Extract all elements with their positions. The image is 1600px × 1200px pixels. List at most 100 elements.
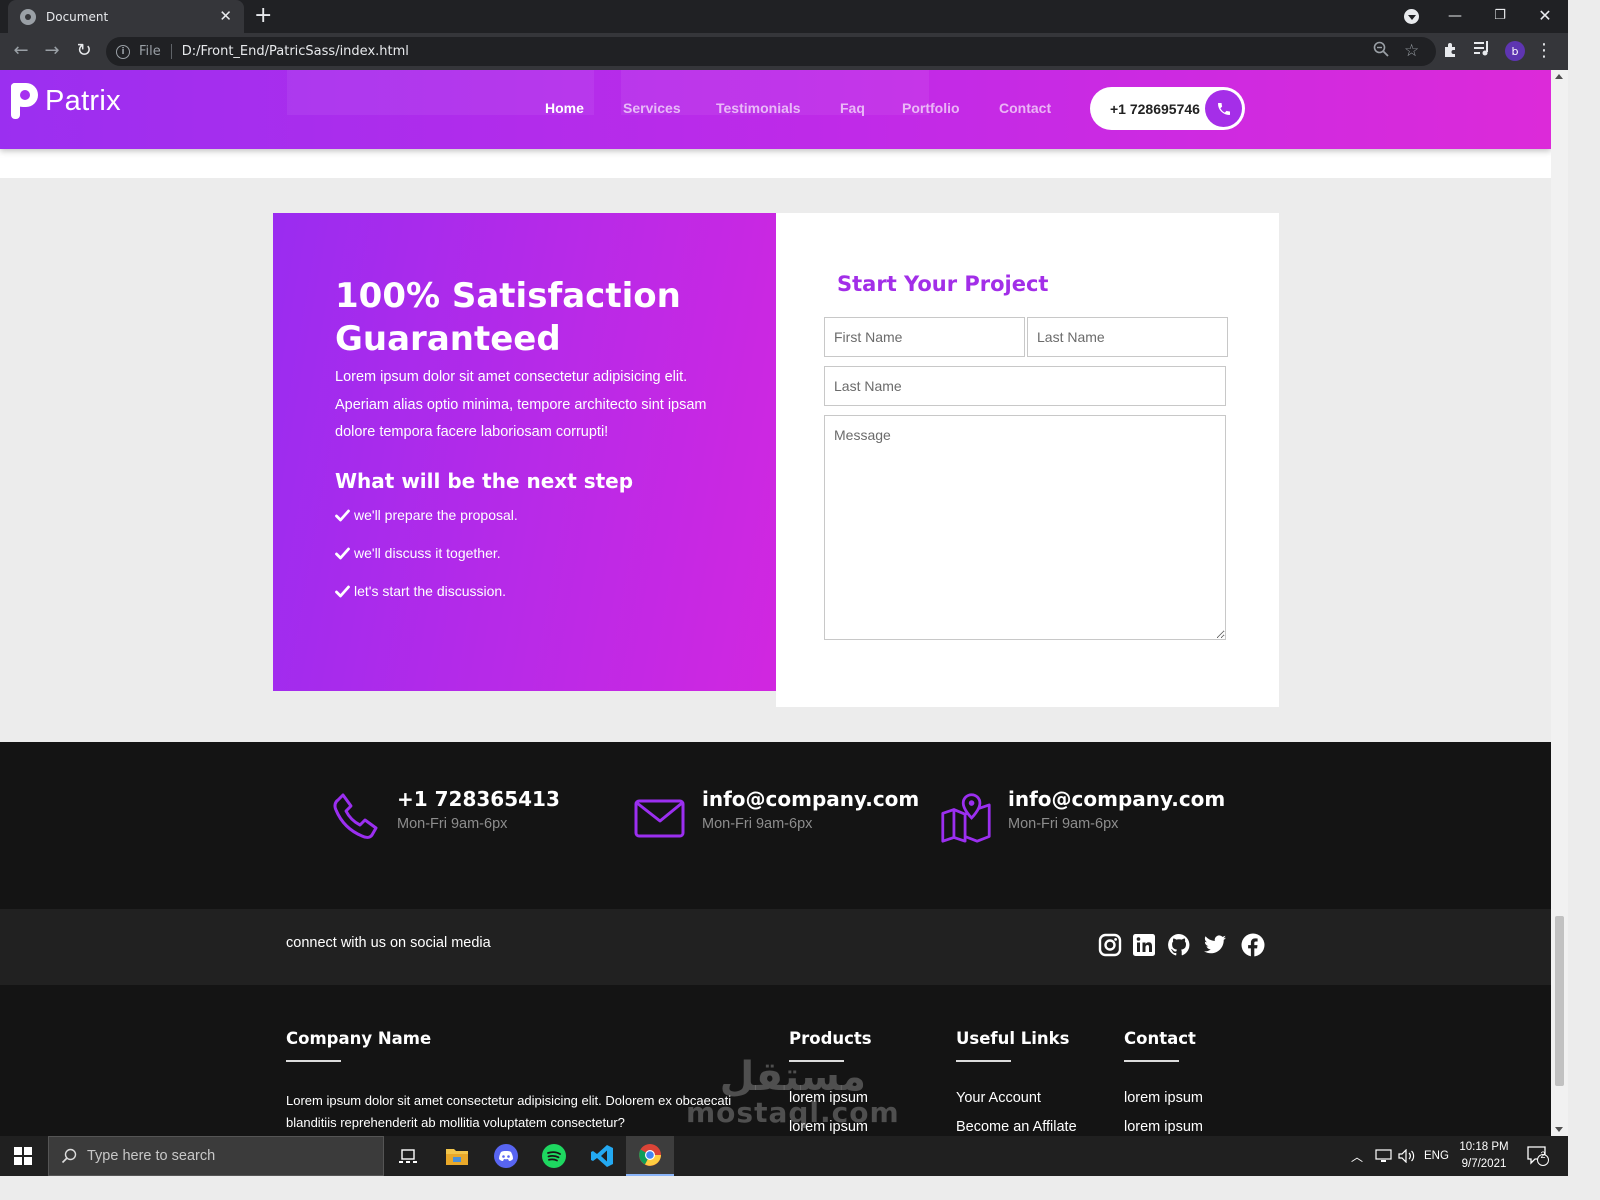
minimize-button[interactable]: — — [1440, 4, 1470, 28]
footer-company-title: Company Name — [286, 1029, 432, 1048]
tab-search-icon[interactable] — [1404, 9, 1419, 24]
step-item: let's start the discussion. — [335, 583, 776, 621]
scroll-up-icon[interactable] — [1555, 74, 1563, 79]
social-text: connect with us on social media — [286, 935, 491, 951]
taskbar-search-placeholder: Type here to search — [87, 1148, 216, 1164]
taskbar-search[interactable]: Type here to search — [48, 1136, 384, 1176]
contact-location-value: info@company.com — [1008, 787, 1226, 811]
phone-icon — [1205, 90, 1242, 127]
network-icon[interactable] — [1375, 1136, 1392, 1176]
browser-menu-icon[interactable]: ⋮ — [1535, 41, 1553, 61]
section-divider — [0, 149, 1551, 178]
volume-icon[interactable] — [1398, 1136, 1416, 1176]
task-view-icon[interactable] — [384, 1136, 432, 1176]
github-icon[interactable] — [1167, 933, 1191, 957]
check-icon — [335, 547, 350, 559]
new-tab-button[interactable]: + — [254, 4, 272, 28]
scroll-down-icon[interactable] — [1555, 1127, 1563, 1132]
linkedin-icon[interactable] — [1132, 933, 1156, 957]
facebook-icon[interactable] — [1241, 933, 1265, 957]
footer-useful-links: Useful Links Your Account Become an Affi… — [956, 1029, 1077, 1136]
footer-company: Company Name Lorem ipsum dolor sit amet … — [286, 1029, 746, 1134]
discord-icon[interactable] — [482, 1136, 530, 1176]
url-text[interactable]: D:/Front_End/PatricSass/index.html — [182, 44, 409, 59]
os-taskbar: Type here to search ︿ ENG 10:18 PM 9/7/2… — [0, 1136, 1568, 1176]
step-item: we'll prepare the proposal. — [335, 507, 776, 545]
email-field[interactable] — [824, 366, 1226, 406]
check-icon — [335, 585, 350, 597]
step-item: we'll discuss it together. — [335, 545, 776, 583]
browser-tab[interactable]: Document ✕ — [8, 0, 244, 33]
map-pin-icon — [941, 793, 991, 843]
first-name-field[interactable] — [824, 317, 1025, 357]
instagram-icon[interactable] — [1098, 933, 1122, 957]
contact-location: info@company.com Mon-Fri 9am-6px — [940, 787, 1225, 843]
satisfaction-card: 100% Satisfaction Guaranteed Lorem ipsum… — [273, 213, 776, 691]
steps-list: we'll prepare the proposal. we'll discus… — [335, 507, 776, 621]
footer-link[interactable]: lorem ipsum — [1124, 1119, 1203, 1136]
notification-center-icon[interactable]: 2 — [1527, 1136, 1549, 1176]
footer-contact: Contact lorem ipsum lorem ipsum — [1124, 1029, 1203, 1136]
call-button[interactable]: +1 728695746 — [1090, 87, 1245, 130]
footer-link[interactable]: Your Account — [956, 1090, 1077, 1119]
footer-products-title: Products — [789, 1029, 872, 1048]
tray-chevron-icon[interactable]: ︿ — [1351, 1136, 1363, 1176]
close-tab-icon[interactable]: ✕ — [219, 9, 232, 24]
profile-avatar[interactable]: b — [1505, 41, 1525, 61]
check-icon — [335, 509, 350, 521]
back-button[interactable]: ← — [9, 39, 33, 63]
site-header: Patrix Home Services Testimonials Faq Po… — [0, 70, 1551, 149]
search-icon — [61, 1148, 77, 1164]
nav-faq[interactable]: Faq — [840, 100, 865, 116]
bookmark-star-icon[interactable]: ☆ — [1404, 41, 1419, 61]
windows-start-icon[interactable] — [14, 1147, 32, 1165]
close-window-button[interactable]: ✕ — [1530, 4, 1560, 28]
social-bar: connect with us on social media — [0, 909, 1551, 985]
page-scrollbar[interactable] — [1551, 70, 1568, 1136]
nav-home[interactable]: Home — [545, 100, 584, 116]
project-form-title: Start Your Project — [837, 272, 1049, 296]
footer-link[interactable]: Become an Affilate — [956, 1119, 1077, 1136]
reload-button[interactable]: ↻ — [72, 39, 96, 63]
restore-button[interactable]: ❐ — [1485, 4, 1515, 28]
vscode-icon[interactable] — [578, 1136, 626, 1176]
project-form-card: Start Your Project — [776, 213, 1279, 707]
contact-email-hours: Mon-Fri 9am-6px — [702, 816, 813, 832]
step-text: we'll discuss it together. — [354, 544, 501, 561]
spotify-icon[interactable] — [530, 1136, 578, 1176]
zoom-icon[interactable] — [1373, 41, 1389, 62]
scroll-thumb[interactable] — [1555, 916, 1564, 1086]
step-text: we'll prepare the proposal. — [354, 506, 518, 523]
nav-testimonials[interactable]: Testimonials — [716, 100, 801, 116]
footer-divider — [956, 1060, 1011, 1062]
nav-contact[interactable]: Contact — [999, 100, 1051, 116]
nav-services[interactable]: Services — [623, 100, 681, 116]
file-explorer-icon[interactable] — [433, 1136, 481, 1176]
message-field[interactable] — [824, 415, 1226, 640]
site-logo[interactable]: Patrix — [11, 83, 121, 119]
phone-icon — [333, 793, 378, 839]
clock-date: 9/7/2021 — [1461, 1158, 1507, 1170]
forward-button[interactable]: → — [40, 39, 64, 63]
taskbar-clock[interactable]: 10:18 PM 9/7/2021 — [1458, 1139, 1510, 1173]
site-info-icon[interactable]: i — [116, 44, 130, 59]
clock-time: 10:18 PM — [1459, 1141, 1509, 1153]
address-bar[interactable]: i File D:/Front_End/PatricSass/index.htm… — [106, 37, 1436, 66]
next-step-title: What will be the next step — [335, 468, 634, 493]
call-number: +1 728695746 — [1110, 100, 1200, 117]
footer-divider — [1124, 1060, 1179, 1062]
media-control-icon[interactable] — [1474, 41, 1491, 61]
page-viewport: Patrix Home Services Testimonials Faq Po… — [0, 70, 1551, 1136]
language-indicator[interactable]: ENG — [1424, 1136, 1449, 1176]
globe-icon — [20, 8, 36, 25]
url-scheme: File — [139, 44, 172, 59]
contact-phone-hours: Mon-Fri 9am-6px — [397, 816, 508, 832]
contact-info-strip: +1 728365413 Mon-Fri 9am-6px info@compan… — [0, 742, 1551, 909]
chrome-icon[interactable] — [626, 1136, 674, 1176]
footer-link[interactable]: lorem ipsum — [1124, 1090, 1203, 1119]
extensions-icon[interactable] — [1443, 41, 1460, 63]
last-name-field[interactable] — [1027, 317, 1228, 357]
nav-portfolio[interactable]: Portfolio — [902, 100, 960, 116]
twitter-icon[interactable] — [1203, 933, 1227, 957]
watermark: مستقل mostaql.com — [686, 1055, 900, 1127]
